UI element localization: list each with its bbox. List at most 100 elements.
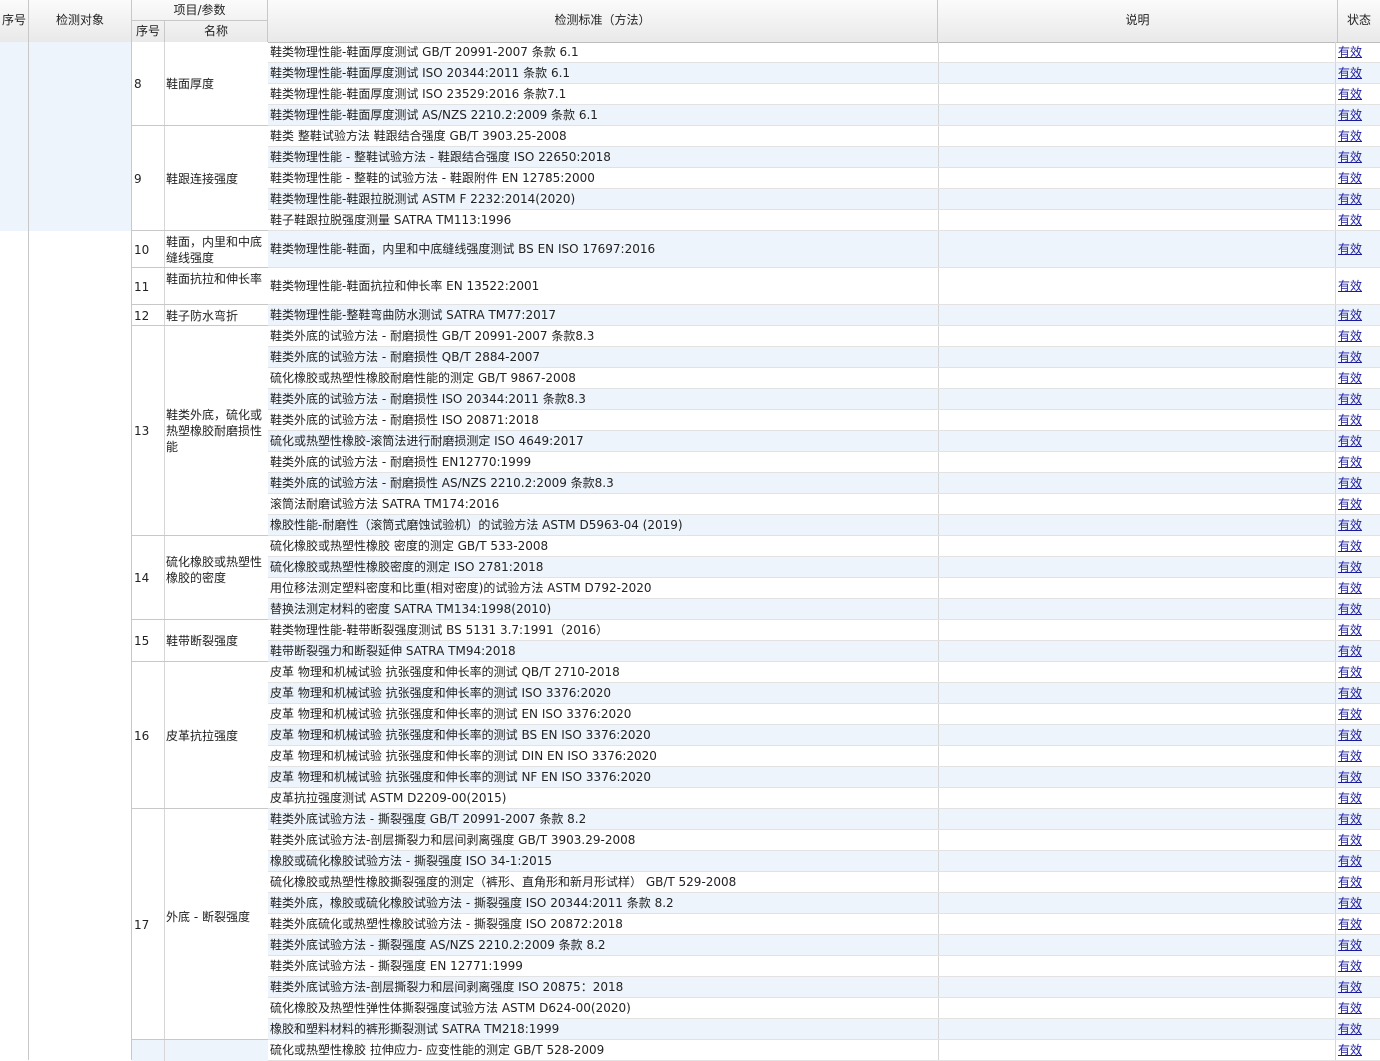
- table-row: 鞋类物理性能-鞋面，内里和中底缝线强度测试 BS EN ISO 17697:20…: [268, 231, 1380, 268]
- status-link[interactable]: 有效: [1338, 189, 1362, 209]
- group-cell: 10 鞋面，内里和中底缝线强度: [132, 231, 268, 268]
- status-link[interactable]: 有效: [1338, 893, 1362, 913]
- description-cell: [938, 189, 1336, 209]
- standard-text: 硫化橡胶或热塑性橡胶撕裂强度的测定（裤形、直角形和新月形试样） GB/T 529…: [270, 875, 737, 889]
- group-name: 皮革抗拉强度: [166, 729, 239, 743]
- status-link[interactable]: 有效: [1338, 851, 1362, 871]
- status-link[interactable]: 有效: [1338, 914, 1362, 934]
- status-link[interactable]: 有效: [1338, 84, 1362, 104]
- table-row: 皮革 物理和机械试验 抗张强度和伸长率的测试 DIN EN ISO 3376:2…: [268, 746, 1380, 767]
- standard-text: 鞋类外底的试验方法 - 耐磨损性 QB/T 2884-2007: [270, 350, 541, 364]
- status-link[interactable]: 有效: [1338, 147, 1362, 167]
- group-separator: [164, 305, 165, 325]
- status-link[interactable]: 有效: [1338, 473, 1362, 493]
- status-link[interactable]: 有效: [1338, 368, 1362, 388]
- standard-text: 硫化橡胶或热塑性橡胶耐磨性能的测定 GB/T 9867-2008: [270, 371, 576, 385]
- group-separator: [164, 662, 165, 808]
- status-link[interactable]: 有效: [1338, 326, 1362, 346]
- status-link[interactable]: 有效: [1338, 620, 1362, 640]
- status-link[interactable]: 有效: [1338, 515, 1362, 535]
- status-link[interactable]: 有效: [1338, 168, 1362, 188]
- standard-text: 皮革 物理和机械试验 抗张强度和伸长率的测试 EN ISO 3376:2020: [270, 707, 632, 721]
- description-cell: [938, 42, 1336, 62]
- standard-text: 鞋类外底的试验方法 - 耐磨损性 AS/NZS 2210.2:2009 条款8.…: [270, 476, 614, 490]
- description-cell: [938, 1019, 1336, 1039]
- status-link[interactable]: 有效: [1338, 347, 1362, 367]
- status-link[interactable]: 有效: [1338, 231, 1362, 267]
- status-link[interactable]: 有效: [1338, 578, 1362, 598]
- table-row: 鞋类物理性能 - 整鞋试验方法 - 鞋跟结合强度 ISO 22650:2018 有…: [268, 147, 1380, 168]
- description-cell: [938, 126, 1336, 146]
- group-name: 外底 - 断裂强度: [166, 910, 250, 924]
- description-cell: [938, 746, 1336, 766]
- status-link[interactable]: 有效: [1338, 767, 1362, 787]
- description-cell: [938, 935, 1336, 955]
- description-cell: [938, 168, 1336, 188]
- status-link[interactable]: 有效: [1338, 42, 1362, 62]
- status-link[interactable]: 有效: [1338, 956, 1362, 976]
- description-cell: [938, 84, 1336, 104]
- description-cell: [938, 105, 1336, 125]
- group-name: 鞋面抗拉和伸长率: [166, 272, 263, 286]
- standard-text: 鞋类物理性能 - 整鞋的试验方法 - 鞋跟附件 EN 12785:2000: [270, 171, 595, 185]
- standard-text: 鞋子鞋跟拉脱强度测量 SATRA TM113:1996: [270, 213, 512, 227]
- group-cell: 11 鞋面抗拉和伸长率: [132, 268, 268, 305]
- description-cell: [938, 536, 1336, 556]
- status-link[interactable]: 有效: [1338, 704, 1362, 724]
- status-link[interactable]: 有效: [1338, 389, 1362, 409]
- status-link[interactable]: 有效: [1338, 830, 1362, 850]
- description-cell: [938, 872, 1336, 892]
- status-link[interactable]: 有效: [1338, 746, 1362, 766]
- description-cell: [938, 914, 1336, 934]
- status-link[interactable]: 有效: [1338, 977, 1362, 997]
- table-header: 序号 检测对象 项目/参数 序号 名称 检测标准（方法） 说明 状态: [0, 0, 1380, 43]
- standard-text: 鞋类外底硫化或热塑性橡胶试验方法 - 撕裂强度 ISO 20872:2018: [270, 917, 623, 931]
- table-row: 皮革 物理和机械试验 抗张强度和伸长率的测试 QB/T 2710-2018 有效: [268, 662, 1380, 683]
- standard-text: 鞋带断裂强力和断裂延伸 SATRA TM94:2018: [270, 644, 516, 658]
- status-link[interactable]: 有效: [1338, 63, 1362, 83]
- status-link[interactable]: 有效: [1338, 210, 1362, 230]
- status-link[interactable]: 有效: [1338, 410, 1362, 430]
- table-row: 鞋类物理性能-鞋面厚度测试 AS/NZS 2210.2:2009 条款 6.1 有…: [268, 105, 1380, 126]
- status-link[interactable]: 有效: [1338, 683, 1362, 703]
- status-link[interactable]: 有效: [1338, 998, 1362, 1018]
- standard-text: 鞋类物理性能-鞋面厚度测试 ISO 23529:2016 条款7.1: [270, 87, 567, 101]
- table-row: 鞋类外底的试验方法 - 耐磨损性 ISO 20871:2018 有效: [268, 410, 1380, 431]
- table-row: 鞋类外底试验方法-剖层撕裂力和层间剥离强度 GB/T 3903.29-2008 有…: [268, 830, 1380, 851]
- status-link[interactable]: 有效: [1338, 599, 1362, 619]
- status-link[interactable]: 有效: [1338, 452, 1362, 472]
- status-link[interactable]: 有效: [1338, 126, 1362, 146]
- description-cell: [938, 210, 1336, 230]
- description-cell: [938, 515, 1336, 535]
- group-number: 9: [134, 172, 142, 186]
- status-link[interactable]: 有效: [1338, 725, 1362, 745]
- table-row: 鞋类物理性能-鞋面厚度测试 ISO 20344:2011 条款 6.1 有效: [268, 63, 1380, 84]
- status-link[interactable]: 有效: [1338, 305, 1362, 325]
- description-cell: [938, 851, 1336, 871]
- header-item-param: 项目/参数: [132, 0, 268, 21]
- group-number: 14: [134, 571, 150, 585]
- description-cell: [938, 578, 1336, 598]
- status-link[interactable]: 有效: [1338, 105, 1362, 125]
- status-link[interactable]: 有效: [1338, 809, 1362, 829]
- status-link[interactable]: 有效: [1338, 536, 1362, 556]
- status-link[interactable]: 有效: [1338, 935, 1362, 955]
- status-link[interactable]: 有效: [1338, 494, 1362, 514]
- description-cell: [938, 268, 1336, 304]
- status-link[interactable]: 有效: [1338, 557, 1362, 577]
- status-link[interactable]: 有效: [1338, 872, 1362, 892]
- table-row: 硫化或热塑性橡胶 拉伸应力- 应变性能的测定 GB/T 528-2009 有效: [268, 1040, 1380, 1061]
- status-link[interactable]: 有效: [1338, 641, 1362, 661]
- description-cell: [938, 147, 1336, 167]
- standard-text: 橡胶或硫化橡胶试验方法 - 撕裂强度 ISO 34-1:2015: [270, 854, 553, 868]
- header-sub-name: 名称: [165, 21, 268, 42]
- status-link[interactable]: 有效: [1338, 662, 1362, 682]
- status-link[interactable]: 有效: [1338, 788, 1362, 808]
- status-link[interactable]: 有效: [1338, 1040, 1362, 1060]
- status-link[interactable]: 有效: [1338, 431, 1362, 451]
- status-link[interactable]: 有效: [1338, 1019, 1362, 1039]
- status-link[interactable]: 有效: [1338, 268, 1362, 304]
- standard-text: 硫化橡胶及热塑性弹性体撕裂强度试验方法 ASTM D624-00(2020): [270, 1001, 631, 1015]
- description-cell: [938, 641, 1336, 661]
- table-row: 橡胶性能-耐磨性（滚筒式磨蚀试验机）的试验方法 ASTM D5963-04 (2…: [268, 515, 1380, 536]
